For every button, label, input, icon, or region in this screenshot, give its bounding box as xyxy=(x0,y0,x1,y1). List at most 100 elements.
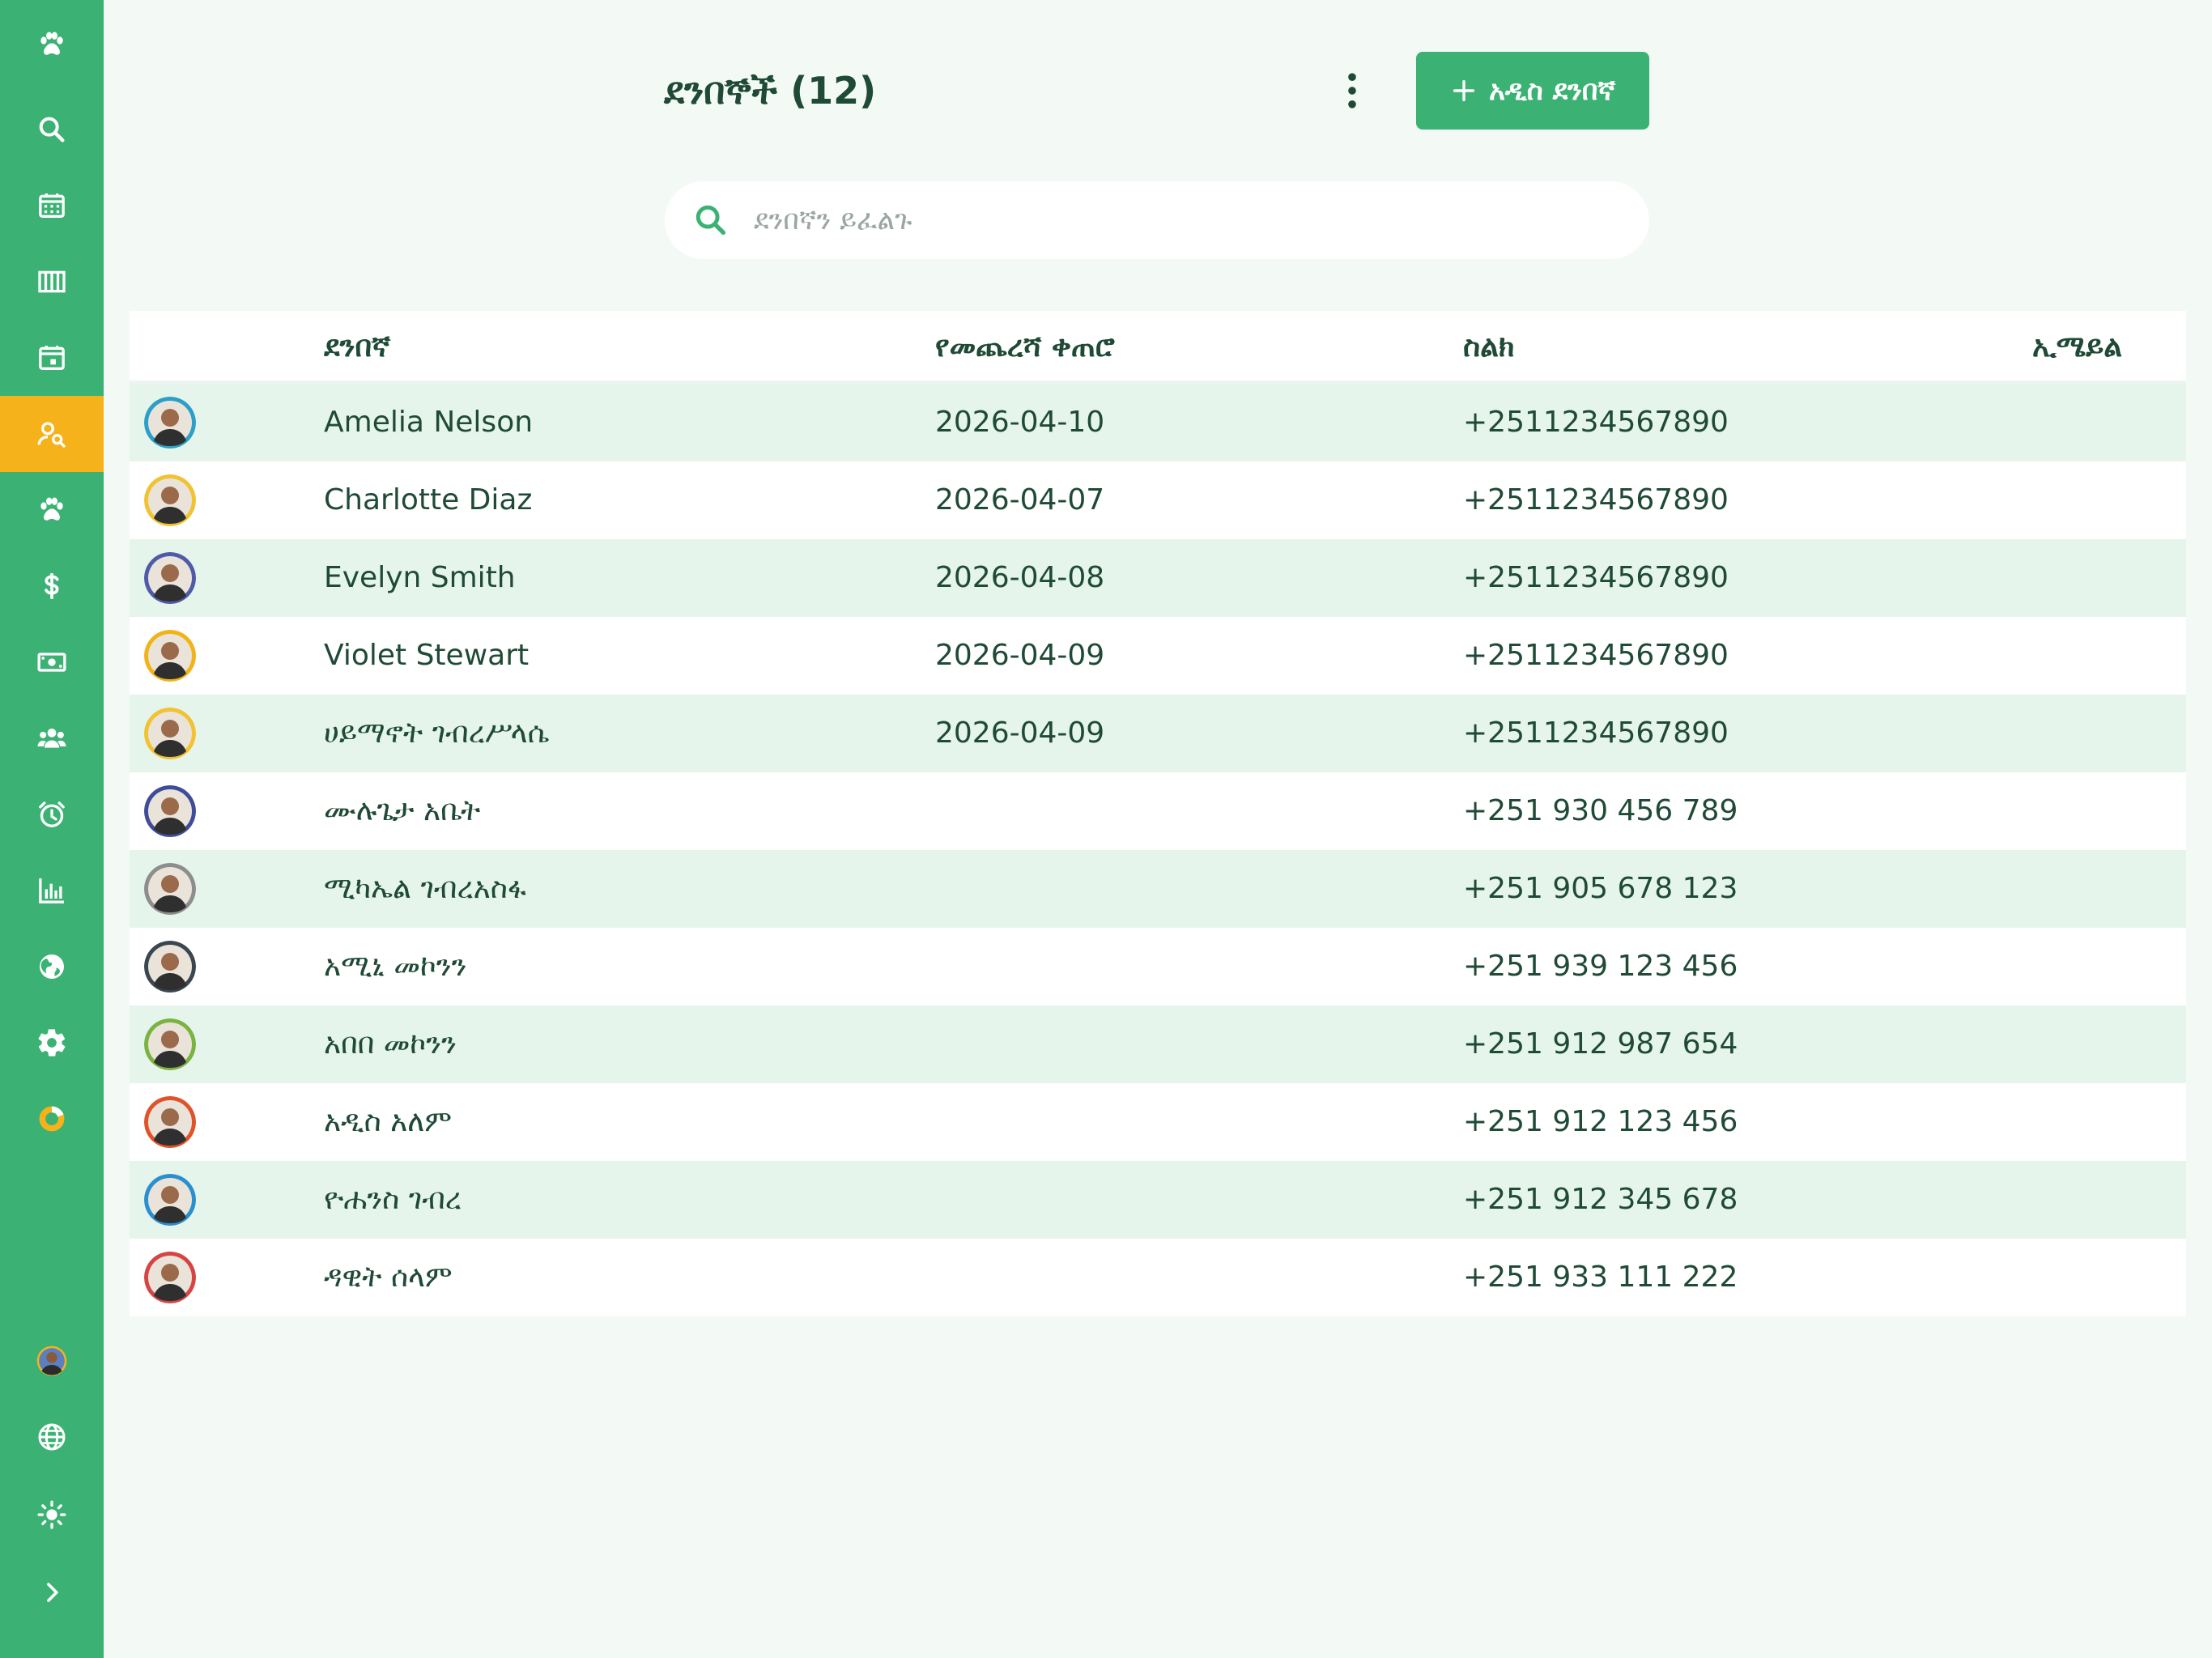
nav-calendar[interactable] xyxy=(0,168,104,244)
search-icon xyxy=(39,117,65,142)
customer-name: ሙሉጌታ አቤት xyxy=(324,794,481,827)
table-row[interactable]: ዮሐንስ ገብረ +251 912 345 678 xyxy=(130,1161,2186,1239)
alarm-icon xyxy=(39,801,65,827)
nav-columns[interactable] xyxy=(0,244,104,320)
avatar xyxy=(36,1346,67,1376)
customer-avatar xyxy=(144,941,196,993)
more-options-button[interactable] xyxy=(1334,65,1370,117)
chevron-right-icon xyxy=(47,1583,58,1602)
add-customer-label: አዲስ ደንበኛ xyxy=(1488,74,1616,107)
expand-sidebar-button[interactable] xyxy=(0,1554,104,1630)
table-header: ደንበኛ የመጨረሻ ቀጠሮ ስልክ ኢሜይል xyxy=(130,311,2186,384)
more-vertical-icon xyxy=(1348,73,1356,108)
phone-number: +2511234567890 xyxy=(1463,639,1729,672)
customers-table: ደንበኛ የመጨረሻ ቀጠሮ ስልክ ኢሜይል Amelia Nelson 202… xyxy=(130,311,2186,1316)
column-header-phone[interactable]: ስልክ xyxy=(1463,311,1514,384)
nav-search[interactable] xyxy=(0,91,104,168)
table-row[interactable]: Evelyn Smith 2026-04-08 +2511234567890 xyxy=(130,539,2186,617)
search-bar[interactable] xyxy=(665,181,1649,259)
customer-name: አሚኒ መኮንን xyxy=(324,950,467,983)
customer-name: ሚካኤል ገብረአስፋ xyxy=(324,872,526,905)
language-icon xyxy=(38,1423,66,1451)
phone-number: +2511234567890 xyxy=(1463,483,1729,517)
table-row[interactable]: ሚካኤል ገብረአስፋ +251 905 678 123 xyxy=(130,850,2186,928)
last-appointment: 2026-04-09 xyxy=(935,716,1105,750)
nav-settings[interactable] xyxy=(0,1005,104,1081)
column-header-customer[interactable]: ደንበኛ xyxy=(324,311,390,384)
paw-icon xyxy=(40,497,63,521)
customer-avatar xyxy=(144,1174,196,1226)
add-customer-button[interactable]: አዲስ ደንበኛ xyxy=(1416,52,1649,130)
table-row[interactable]: አዲስ አለም +251 912 123 456 xyxy=(130,1083,2186,1161)
paw-icon xyxy=(40,32,63,55)
table-row[interactable]: Amelia Nelson 2026-04-10 +2511234567890 xyxy=(130,384,2186,461)
user-avatar[interactable] xyxy=(0,1323,104,1399)
language-button[interactable] xyxy=(0,1399,104,1475)
column-header-email[interactable]: ኢሜይል xyxy=(2032,311,2122,384)
table-row[interactable]: አሚኒ መኮንን +251 939 123 456 xyxy=(130,928,2186,1005)
nav-pets[interactable] xyxy=(0,472,104,548)
phone-number: +251 912 123 456 xyxy=(1463,1105,1738,1138)
phone-number: +2511234567890 xyxy=(1463,561,1729,594)
customer-name: Evelyn Smith xyxy=(324,561,516,594)
phone-number: +2511234567890 xyxy=(1463,406,1729,439)
nav-website[interactable] xyxy=(0,929,104,1005)
nav-reports[interactable] xyxy=(0,852,104,929)
nav-usage[interactable] xyxy=(0,1081,104,1157)
sun-icon xyxy=(37,1500,66,1529)
customer-avatar xyxy=(144,1018,196,1070)
pie-icon xyxy=(39,1106,65,1132)
customer-name: ዮሐንስ ገብረ xyxy=(324,1183,462,1216)
nav-payments[interactable] xyxy=(0,624,104,700)
customer-avatar xyxy=(144,785,196,837)
nav-reminders[interactable] xyxy=(0,776,104,852)
page-title: ደንበኞች (12) xyxy=(664,69,877,113)
main-content: ደንበኞች (12) አዲስ ደንበኛ ደንበኛ የመጨረሻ ቀጠሮ ስልክ ኢ… xyxy=(104,0,2212,1658)
customer-avatar xyxy=(144,630,196,682)
customer-name: አበበ መኮንን xyxy=(324,1027,457,1061)
phone-number: +2511234567890 xyxy=(1463,716,1729,750)
customer-avatar xyxy=(144,708,196,759)
customer-name: Violet Stewart xyxy=(324,639,530,672)
table-row[interactable]: አበበ መኮንን +251 912 987 654 xyxy=(130,1005,2186,1083)
nav-logo-paw-icon[interactable] xyxy=(0,6,104,83)
theme-toggle[interactable] xyxy=(0,1477,104,1553)
nav-calendar-day[interactable] xyxy=(0,320,104,396)
nav-team[interactable] xyxy=(0,700,104,776)
globe-icon xyxy=(40,954,64,979)
customer-avatar xyxy=(144,863,196,915)
phone-number: +251 912 987 654 xyxy=(1463,1027,1738,1061)
table-row[interactable]: ዳዊት ሰላም +251 933 111 222 xyxy=(130,1239,2186,1316)
calendar-grid-icon xyxy=(39,193,65,218)
phone-number: +251 905 678 123 xyxy=(1463,872,1738,905)
customer-avatar xyxy=(144,1252,196,1303)
table-row[interactable]: Charlotte Diaz 2026-04-07 +2511234567890 xyxy=(130,461,2186,539)
phone-number: +251 930 456 789 xyxy=(1463,794,1738,827)
customer-name: አዲስ አለም xyxy=(324,1105,452,1138)
nav-customers[interactable] xyxy=(0,396,104,472)
phone-number: +251 933 111 222 xyxy=(1463,1261,1738,1294)
table-body: Amelia Nelson 2026-04-10 +2511234567890 Cha… xyxy=(130,384,2186,1316)
last-appointment: 2026-04-09 xyxy=(935,639,1105,672)
table-row[interactable]: Violet Stewart 2026-04-09 +2511234567890 xyxy=(130,617,2186,695)
phone-number: +251 912 345 678 xyxy=(1463,1183,1738,1216)
customer-name: Amelia Nelson xyxy=(324,406,534,439)
last-appointment: 2026-04-10 xyxy=(935,406,1105,439)
search-input[interactable] xyxy=(754,204,1604,236)
calendar-day-icon xyxy=(39,346,65,370)
plus-icon xyxy=(1453,79,1474,102)
customer-name: Charlotte Diaz xyxy=(324,483,533,517)
table-row[interactable]: ሀይማኖት ገብረሥላሴ 2026-04-09 +2511234567890 xyxy=(130,695,2186,772)
customer-avatar xyxy=(144,552,196,604)
group-icon xyxy=(37,729,66,748)
nav-pricing[interactable] xyxy=(0,548,104,624)
last-appointment: 2026-04-08 xyxy=(935,561,1105,594)
sidebar xyxy=(0,0,104,1658)
column-header-last-appointment[interactable]: የመጨረሻ ቀጠሮ xyxy=(935,311,1115,384)
customers-search-icon xyxy=(37,422,66,448)
gear-icon xyxy=(38,1029,66,1056)
table-row[interactable]: ሙሉጌታ አቤት +251 930 456 789 xyxy=(130,772,2186,850)
dollar-icon xyxy=(45,573,59,599)
phone-number: +251 939 123 456 xyxy=(1463,950,1738,983)
search-icon xyxy=(696,205,726,236)
